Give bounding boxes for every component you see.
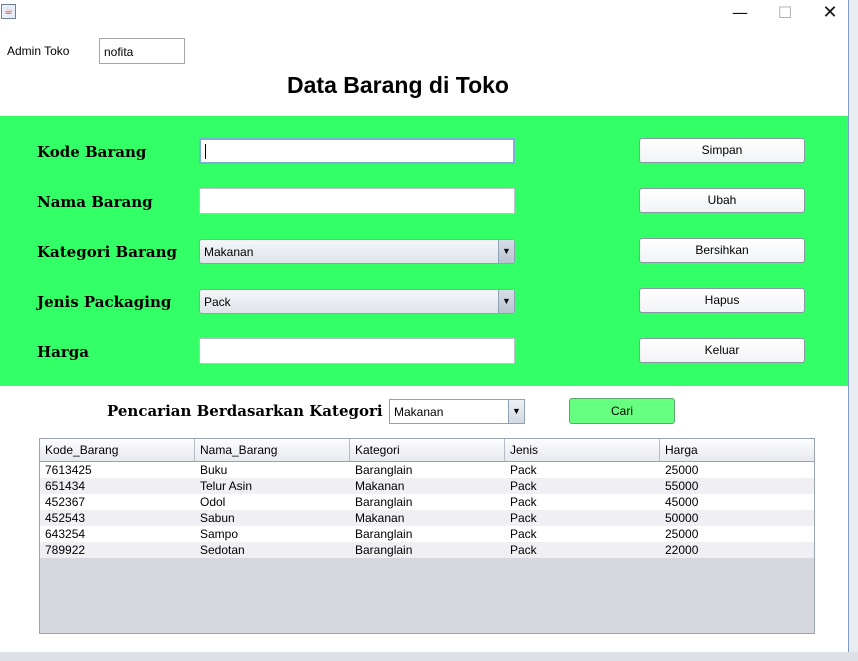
table-cell: 45000	[665, 495, 699, 509]
table-cell: Sabun	[200, 511, 235, 525]
table-cell: 452543	[45, 511, 86, 525]
form-panel: Kode Barang Nama Barang Kategori Barang …	[0, 116, 848, 386]
kategori-barang-label: Kategori Barang	[37, 243, 177, 261]
table-cell: Odol	[200, 495, 226, 509]
title-bar: ☕ — ☐ ✕	[0, 0, 848, 28]
column-header[interactable]: Jenis	[505, 439, 660, 461]
table-row[interactable]: 7613425 Buku Baranglain Pack 25000	[40, 462, 814, 478]
harga-label: Harga	[37, 343, 90, 361]
table-cell: 651434	[45, 479, 86, 493]
jenis-packaging-select[interactable]: Pack ▼	[199, 289, 515, 314]
chevron-down-icon[interactable]: ▼	[498, 240, 514, 263]
table-cell: 50000	[665, 511, 699, 525]
jenis-packaging-value: Pack	[204, 295, 231, 309]
simpan-button[interactable]: Simpan	[639, 138, 805, 163]
background-window-edge	[848, 0, 858, 661]
hapus-button[interactable]: Hapus	[639, 288, 805, 313]
admin-label: Admin Toko	[7, 44, 70, 58]
table-cell: Pack	[510, 543, 537, 557]
jenis-packaging-label: Jenis Packaging	[37, 293, 172, 311]
table-cell: Telur Asin	[200, 479, 253, 493]
data-table[interactable]: Kode_Barang Nama_Barang Kategori Jenis H…	[39, 438, 815, 634]
cari-button[interactable]: Cari	[569, 398, 675, 424]
nama-barang-label: Nama Barang	[37, 193, 153, 211]
table-cell: Pack	[510, 479, 537, 493]
minimize-button[interactable]: —	[720, 0, 760, 28]
search-category-value: Makanan	[394, 405, 444, 419]
background-window-bottom	[0, 652, 858, 661]
table-cell: Makanan	[355, 511, 405, 525]
kategori-barang-select[interactable]: Makanan ▼	[199, 239, 515, 264]
harga-input[interactable]	[199, 338, 515, 364]
app-window: ☕ — ☐ ✕ Admin Toko nofita Data Barang di…	[0, 0, 849, 652]
table-cell: Pack	[510, 463, 537, 477]
column-header[interactable]: Nama_Barang	[195, 439, 350, 461]
table-cell: 55000	[665, 479, 699, 493]
table-cell: Pack	[510, 495, 537, 509]
table-cell: Baranglain	[355, 543, 413, 557]
column-header[interactable]: Harga	[660, 439, 814, 461]
table-cell: 25000	[665, 527, 699, 541]
ubah-button[interactable]: Ubah	[639, 188, 805, 213]
nama-barang-input[interactable]	[199, 188, 515, 214]
search-label: Pencarian Berdasarkan Kategori	[107, 402, 383, 420]
close-button[interactable]: ✕	[810, 0, 848, 28]
table-cell: 643254	[45, 527, 86, 541]
chevron-down-icon[interactable]: ▼	[498, 290, 514, 313]
keluar-button[interactable]: Keluar	[639, 338, 805, 363]
java-cup-icon: ☕	[1, 4, 16, 19]
chevron-down-icon[interactable]: ▼	[508, 400, 524, 423]
table-cell: Sampo	[200, 527, 239, 541]
column-header[interactable]: Kode_Barang	[40, 439, 195, 461]
table-row[interactable]: 452367 Odol Baranglain Pack 45000	[40, 494, 814, 510]
table-row[interactable]: 651434 Telur Asin Makanan Pack 55000	[40, 478, 814, 494]
kategori-barang-value: Makanan	[204, 245, 254, 259]
table-row[interactable]: 789922 Sedotan Baranglain Pack 22000	[40, 542, 814, 558]
admin-field[interactable]: nofita	[99, 38, 185, 64]
maximize-button[interactable]: ☐	[765, 0, 805, 28]
table-cell: 789922	[45, 543, 86, 557]
table-cell: Pack	[510, 527, 537, 541]
page-title: Data Barang di Toko	[287, 72, 509, 98]
table-cell: 452367	[45, 495, 86, 509]
column-header[interactable]: Kategori	[350, 439, 505, 461]
table-cell: 22000	[665, 543, 699, 557]
bersihkan-button[interactable]: Bersihkan	[639, 238, 805, 263]
table-cell: Sedotan	[200, 543, 245, 557]
table-row[interactable]: 452543 Sabun Makanan Pack 50000	[40, 510, 814, 526]
table-cell: 7613425	[45, 463, 92, 477]
text-caret	[205, 144, 206, 159]
table-cell: 25000	[665, 463, 699, 477]
table-cell: Makanan	[355, 479, 405, 493]
table-cell: Pack	[510, 511, 537, 525]
table-cell: Baranglain	[355, 495, 413, 509]
kode-barang-label: Kode Barang	[37, 143, 147, 161]
table-header: Kode_Barang Nama_Barang Kategori Jenis H…	[40, 439, 814, 462]
search-category-select[interactable]: Makanan ▼	[389, 399, 525, 424]
kode-barang-input[interactable]	[199, 138, 515, 164]
table-row[interactable]: 643254 Sampo Baranglain Pack 25000	[40, 526, 814, 542]
table-cell: Buku	[200, 463, 228, 477]
table-cell: Baranglain	[355, 527, 413, 541]
table-cell: Baranglain	[355, 463, 413, 477]
